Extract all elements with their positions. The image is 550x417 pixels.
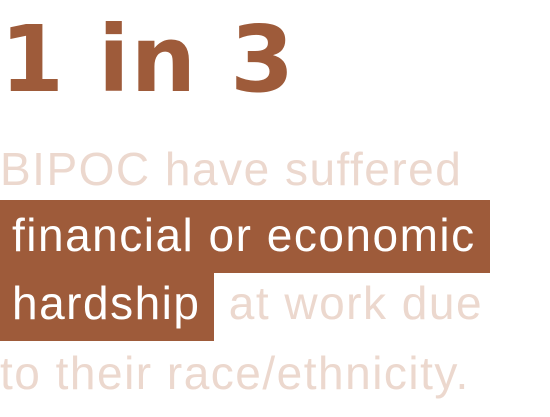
stat-headline: 1 in 3: [0, 6, 296, 113]
statement-line-3: hardship at work due: [0, 268, 484, 341]
statement-text: BIPOC have suffered: [0, 143, 463, 195]
highlighted-phrase: hardship: [0, 268, 215, 341]
statement-line-1: BIPOC have suffered: [0, 146, 462, 192]
statement-line-2: financial or economic: [0, 200, 490, 273]
statement-text: at work due: [214, 277, 484, 329]
statement-text: to their race/ethnicity.: [0, 347, 470, 399]
highlighted-phrase: financial or economic: [0, 200, 490, 273]
statement-line-4: to their race/ethnicity.: [0, 350, 470, 396]
